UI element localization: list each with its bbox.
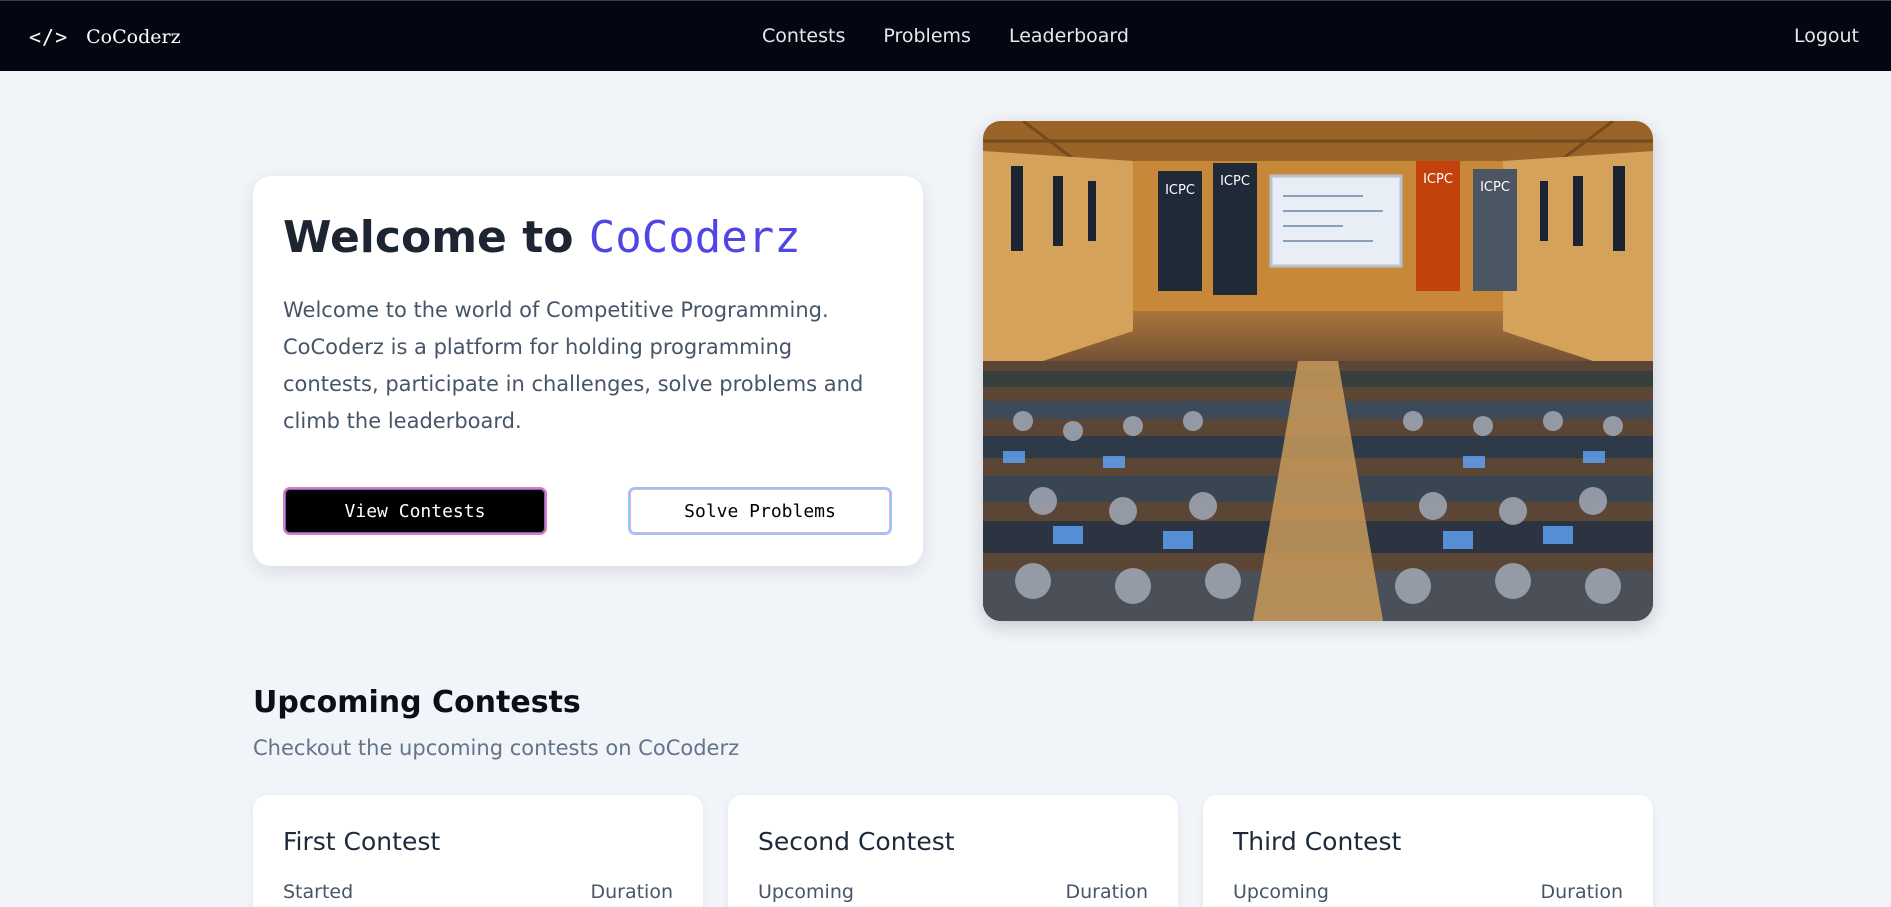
contest-card[interactable]: Second Contest Upcoming Duration xyxy=(728,795,1178,907)
banner-text: ICPC xyxy=(1220,174,1250,189)
upcoming-contests-title: Upcoming Contests xyxy=(253,685,581,720)
hero-card: Welcome to CoCoderz Welcome to the world… xyxy=(253,176,923,566)
hero-description: Welcome to the world of Competitive Prog… xyxy=(283,298,864,433)
nav-link-leaderboard[interactable]: Leaderboard xyxy=(1009,25,1129,47)
top-navbar: </> CoCoderz Contests Problems Leaderboa… xyxy=(0,0,1891,71)
contest-name: Third Contest xyxy=(1233,827,1402,856)
contest-status: Upcoming xyxy=(1233,881,1329,903)
solve-problems-button[interactable]: Solve Problems xyxy=(628,487,892,535)
contest-duration-label: Duration xyxy=(1540,881,1623,903)
hero-title-accent: CoCoderz xyxy=(588,212,801,263)
contest-card[interactable]: Third Contest Upcoming Duration xyxy=(1203,795,1653,907)
hero-title: Welcome to CoCoderz xyxy=(283,212,801,263)
hero-title-prefix: Welcome to xyxy=(283,212,589,263)
contest-status: Started xyxy=(283,881,354,903)
view-contests-button[interactable]: View Contests xyxy=(283,487,547,535)
contest-card[interactable]: First Contest Started Duration xyxy=(253,795,703,907)
upcoming-contests-subtitle: Checkout the upcoming contests on CoCode… xyxy=(253,736,740,760)
logout-link[interactable]: Logout xyxy=(1794,25,1859,47)
nav-link-problems[interactable]: Problems xyxy=(883,25,971,47)
contest-duration-label: Duration xyxy=(1065,881,1148,903)
nav-links: Contests Problems Leaderboard xyxy=(0,25,1891,47)
contest-name: First Contest xyxy=(283,827,441,856)
contest-duration-label: Duration xyxy=(590,881,673,903)
contest-name: Second Contest xyxy=(758,827,955,856)
nav-link-contests[interactable]: Contests xyxy=(762,25,845,47)
banner-text: ICPC xyxy=(1423,172,1453,187)
contest-hall-image: ICPC ICPC ICPC ICPC xyxy=(983,121,1653,621)
banner-text: ICPC xyxy=(1480,180,1510,195)
contest-status: Upcoming xyxy=(758,881,854,903)
banner-text: ICPC xyxy=(1165,183,1195,198)
